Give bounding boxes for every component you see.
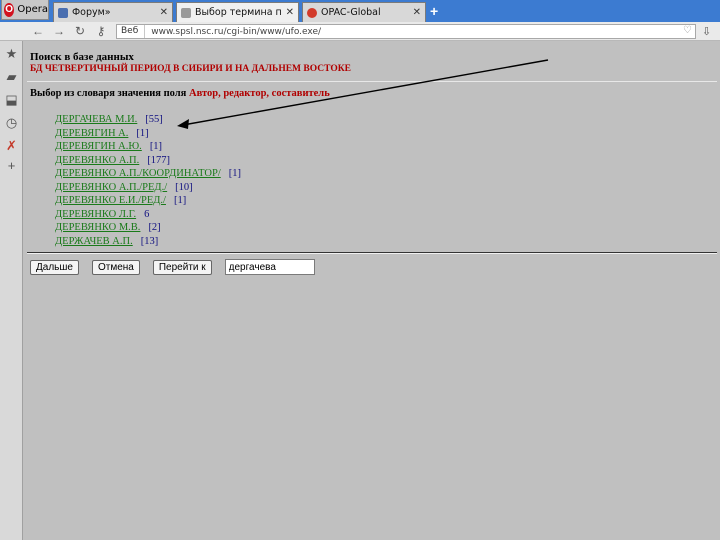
close-tab-icon[interactable]: ✕ — [286, 7, 294, 18]
list-item: ДЕРЕВЯГИН А.Ю. [1] — [55, 140, 241, 154]
forum-favicon-icon — [58, 7, 68, 18]
record-count: 6 — [144, 208, 150, 220]
goto-term-input[interactable] — [224, 259, 315, 275]
selection-prompt-prefix: Выбор из словаря значения поля — [30, 88, 187, 99]
key-icon[interactable]: ⚷ — [94, 24, 108, 38]
page-heading: Поиск в базе данных — [30, 51, 134, 63]
navigation-bar: ← → ↻ ⚷ Веб www.spsl.nsc.ru/cgi-bin/www/… — [0, 22, 720, 41]
list-item: ДЕРЕВЯНКО М.В. [2] — [55, 221, 241, 235]
back-arrow-icon[interactable]: ← — [31, 24, 45, 38]
tab-label: Выбор термина поиска — [195, 7, 282, 18]
page-content: Поиск в базе данных БД ЧЕТВЕРТИЧНЫЙ ПЕРИ… — [23, 41, 720, 540]
record-count: [13] — [140, 235, 159, 247]
author-link[interactable]: ДЕРЕВЯНКО А.П./РЕД./ — [55, 182, 167, 193]
download-arrow-icon[interactable]: ⇩ — [702, 25, 711, 38]
tab-forum[interactable]: Форум» ✕ — [53, 2, 173, 22]
author-link[interactable]: ДЕРГАЧЕВА М.И. — [55, 114, 137, 125]
reload-icon[interactable]: ↻ — [73, 24, 87, 38]
site-label: Веб — [117, 25, 146, 38]
list-item: ДЕРЕВЯНКО А.П. [177] — [55, 154, 241, 168]
new-tab-plus-icon[interactable]: + — [430, 3, 438, 19]
list-item: ДЕРЖАЧЕВ А.П. [13] — [55, 235, 241, 249]
address-field[interactable]: Веб www.spsl.nsc.ru/cgi-bin/www/ufo.exe/… — [116, 24, 696, 39]
next-button[interactable]: Дальше — [30, 259, 79, 275]
tab-strip: O Opera Форум» ✕ Выбор термина поиска ✕ … — [0, 0, 720, 22]
record-count: [1] — [173, 195, 187, 206]
divider — [27, 81, 717, 82]
url-text: www.spsl.nsc.ru/cgi-bin/www/ufo.exe/ — [151, 26, 322, 37]
list-item: ДЕРЕВЯГИН А. [1] — [55, 127, 241, 141]
author-link[interactable]: ДЕРЕВЯНКО Е.И./РЕД./ — [55, 195, 166, 206]
author-link[interactable]: ДЕРЕВЯНКО М.В. — [55, 222, 140, 233]
author-link[interactable]: ДЕРЕВЯНКО А.П. — [55, 155, 139, 166]
sidebar: ★ ▰ ⬓ ◷ ✗ + — [0, 41, 23, 540]
selection-field-name: Автор, редактор, составитель — [188, 88, 330, 99]
bookmark-heart-icon[interactable]: ♡ — [683, 25, 692, 36]
tab-opac-global[interactable]: OPAC-Global ✕ — [302, 2, 426, 22]
record-count: [10] — [175, 181, 193, 193]
cancel-button[interactable]: Отмена — [91, 259, 140, 275]
author-link[interactable]: ДЕРЕВЯНКО Л.Г. — [55, 209, 136, 220]
list-item: ДЕРЕВЯНКО Л.Г. 6 — [55, 208, 241, 222]
forward-arrow-icon[interactable]: → — [52, 24, 66, 38]
goto-button[interactable]: Перейти к — [152, 259, 212, 275]
list-item: ДЕРЕВЯНКО А.П./РЕД./ [10] — [55, 181, 241, 195]
add-panel-icon[interactable]: + — [4, 158, 19, 173]
star-icon[interactable]: ★ — [4, 46, 19, 61]
author-link[interactable]: ДЕРЕВЯГИН А.Ю. — [55, 141, 142, 152]
record-count: [1] — [136, 127, 149, 139]
opac-favicon-icon — [307, 7, 317, 18]
selection-prompt: Выбор из словаря значения поля Автор, ре… — [30, 88, 330, 99]
speech-bubble-icon[interactable]: ▰ — [4, 69, 19, 84]
page-favicon-icon — [181, 7, 191, 18]
record-count: [1] — [149, 141, 163, 152]
clock-icon[interactable]: ◷ — [4, 115, 19, 130]
divider-thick — [27, 252, 717, 254]
download-box-icon[interactable]: ⬓ — [4, 92, 19, 107]
list-item: ДЕРГАЧЕВА М.И. [55] — [55, 113, 241, 127]
record-count: [177] — [147, 154, 171, 166]
record-count: [55] — [145, 114, 163, 125]
opera-menu-button[interactable]: O Opera — [1, 0, 49, 20]
tab-search-term[interactable]: Выбор термина поиска ✕ — [176, 2, 299, 22]
vk-icon[interactable]: ✗ — [4, 138, 19, 153]
author-list: ДЕРГАЧЕВА М.И. [55] ДЕРЕВЯГИН А. [1] ДЕРЕВ… — [55, 113, 241, 248]
close-tab-icon[interactable]: ✕ — [413, 7, 421, 18]
author-link[interactable]: ДЕРЖАЧЕВ А.П. — [55, 236, 133, 247]
record-count: [1] — [228, 168, 241, 179]
list-item: ДЕРЕВЯНКО Е.И./РЕД./ [1] — [55, 194, 241, 208]
author-link[interactable]: ДЕРЕВЯНКО А.П./КООРДИНАТОР/ — [55, 168, 221, 179]
opera-menu-label: Opera — [17, 4, 48, 15]
close-tab-icon[interactable]: ✕ — [160, 7, 168, 18]
opera-logo-icon: O — [4, 2, 15, 17]
tab-label: Форум» — [72, 7, 111, 18]
action-row: Дальше Отмена Перейти к — [30, 259, 315, 275]
list-item: ДЕРЕВЯНКО А.П./КООРДИНАТОР/ [1] — [55, 167, 241, 181]
author-link[interactable]: ДЕРЕВЯГИН А. — [55, 128, 128, 139]
record-count: [2] — [148, 222, 161, 233]
database-name: БД ЧЕТВЕРТИЧНЫЙ ПЕРИОД В СИБИРИ И НА ДАЛ… — [30, 64, 351, 74]
tab-label: OPAC-Global — [321, 7, 381, 18]
